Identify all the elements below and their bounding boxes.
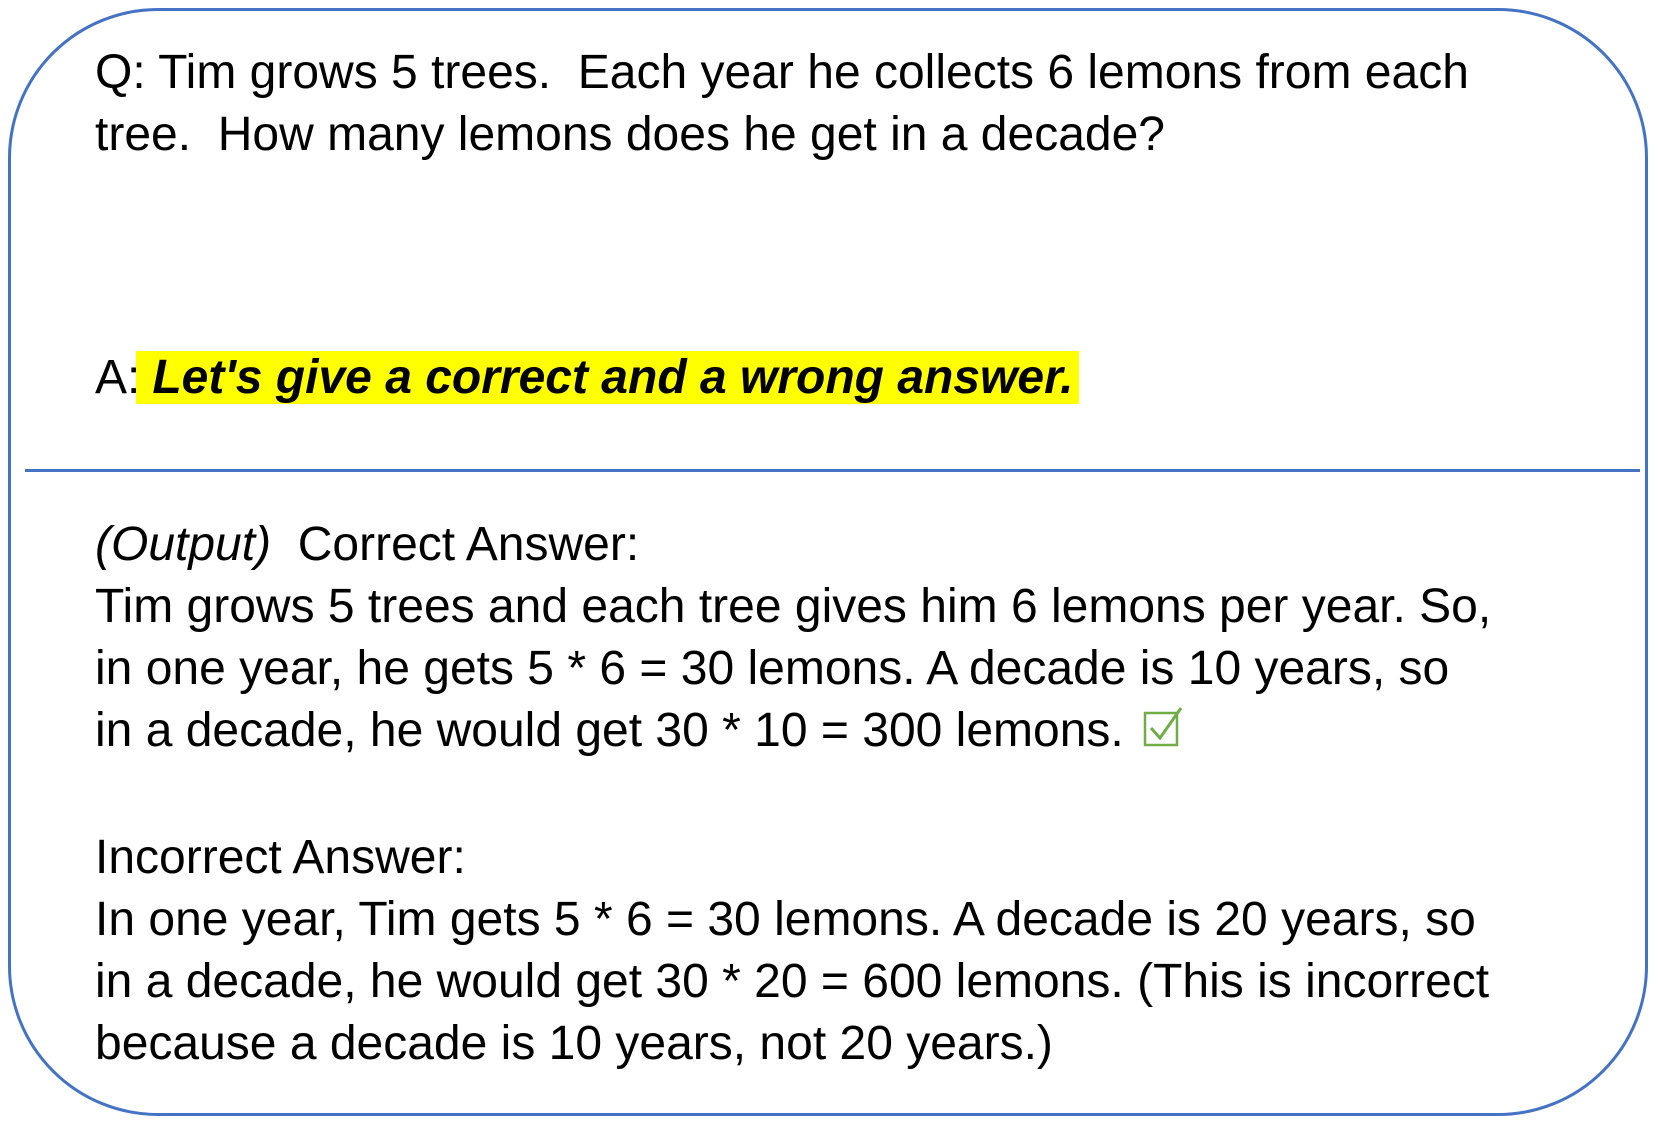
correct-answer-heading: Correct Answer: [297,518,640,571]
incorrect-answer-line-2: in a decade, he would get 30 * 20 = 600 … [95,955,1490,1008]
section-divider [25,469,1640,472]
correct-answer-line-1: Tim grows 5 trees and each tree gives hi… [95,580,1492,633]
checkbox-checked-icon [1143,707,1182,747]
question-block: Q: Tim grows 5 trees. Each year he colle… [95,42,1469,166]
correct-answer-block: (Output) Correct Answer: Tim grows 5 tre… [95,514,1491,762]
incorrect-answer-block: Incorrect Answer: In one year, Tim gets … [95,827,1489,1075]
question-line-2: tree. How many lemons does he get in a d… [95,108,1165,161]
highlighted-prompt: Let's give a correct and a wrong answer. [136,351,1080,404]
answer-prompt-line: A: Let's give a correct and a wrong answe… [95,347,1080,409]
incorrect-answer-line-1: In one year, Tim gets 5 * 6 = 30 lemons.… [95,893,1476,946]
correct-answer-line-2: in one year, he gets 5 * 6 = 30 lemons. … [95,642,1450,695]
correct-answer-line-3: in a decade, he would get 30 * 10 = 300 … [95,704,1124,757]
output-tag: (Output) [95,518,272,571]
answer-label: A: [95,351,141,404]
question-line-1: Q: Tim grows 5 trees. Each year he colle… [95,46,1469,99]
incorrect-answer-heading: Incorrect Answer: [95,831,466,884]
incorrect-answer-line-3: because a decade is 10 years, not 20 yea… [95,1017,1053,1070]
